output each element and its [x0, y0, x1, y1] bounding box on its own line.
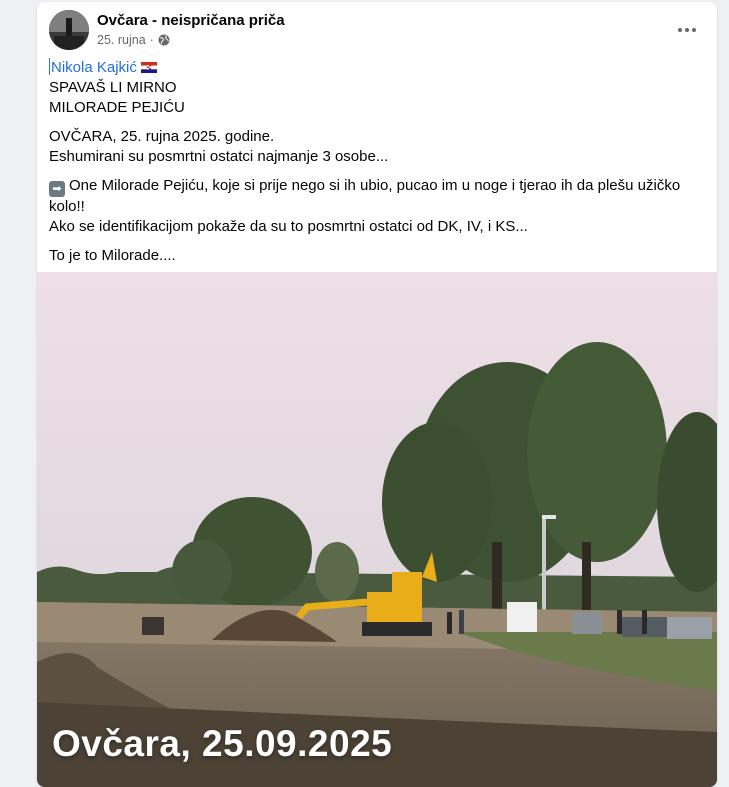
text-line: OVČARA, 25. rujna 2025. godine.: [49, 128, 275, 145]
post-header: Ovčara - neispričana priča 25. rujna ·: [37, 2, 717, 58]
post-meta: 25. rujna ·: [97, 33, 170, 47]
croatia-flag-icon: [140, 62, 157, 73]
text-line: Eshumirani su posmrtni ostatci najmanje …: [49, 148, 389, 165]
text-line: MILORADE PEJIĆU: [49, 99, 185, 116]
globe-icon[interactable]: [158, 34, 170, 46]
image-caption: Ovčara, 25.09.2025: [52, 723, 393, 764]
more-options-button[interactable]: [675, 20, 699, 40]
page-name-link[interactable]: Ovčara - neispričana priča: [97, 12, 285, 29]
post-body: Nikola Kajkić SPAVAŠ LI MIRNO MILORADE P…: [37, 58, 717, 266]
dot-icon: [678, 28, 682, 32]
text-line: SPAVAŠ LI MIRNO: [49, 79, 177, 96]
text-cursor: [49, 58, 50, 75]
text-line: To je to Milorade....: [49, 247, 176, 264]
right-arrow-emoji-icon: ➡: [49, 181, 65, 197]
dot-icon: [685, 28, 689, 32]
post-date[interactable]: 25. rujna: [97, 33, 146, 47]
dot-icon: [692, 28, 696, 32]
paragraph: ➡ One Milorade Pejiću, koje si prije nego…: [49, 176, 705, 217]
post-card: Ovčara - neispričana priča 25. rujna · N…: [37, 2, 717, 787]
field-excavation-image: [37, 272, 717, 787]
meta-separator: ·: [149, 33, 154, 47]
text-line: One Milorade Pejiću, koje si prije nego …: [49, 177, 681, 215]
page-avatar[interactable]: [49, 10, 89, 50]
monument-avatar-icon: [49, 10, 89, 50]
author-line: Nikola Kajkić: [49, 58, 705, 78]
author-tag-link[interactable]: Nikola Kajkić: [51, 59, 137, 76]
text-line: Ako se identifikacijom pokaže da su to p…: [49, 218, 528, 235]
post-photo[interactable]: Ovčara, 25.09.2025: [37, 272, 717, 787]
